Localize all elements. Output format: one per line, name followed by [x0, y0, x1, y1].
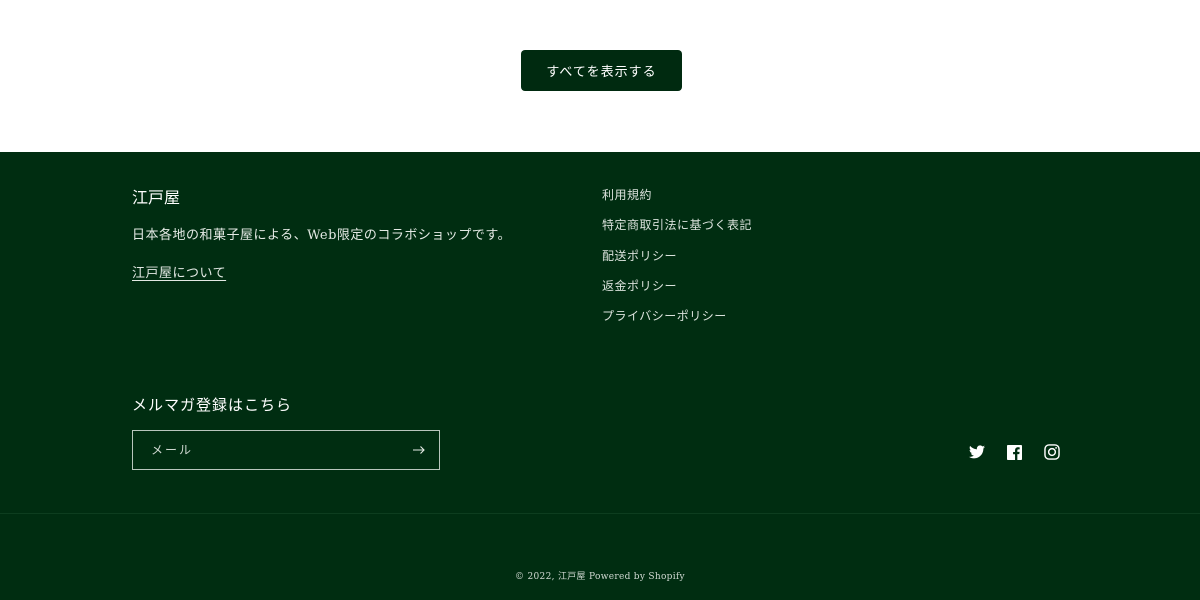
newsletter-title: メルマガ登録はこちら: [132, 396, 293, 414]
footer-brand-title: 江戸屋: [132, 188, 181, 207]
link-legal-notice[interactable]: 特定商取引法に基づく表記: [602, 217, 752, 247]
twitter-icon: [969, 445, 985, 459]
footer-divider: [0, 513, 1200, 514]
link-terms[interactable]: 利用規約: [602, 187, 752, 217]
view-all-button[interactable]: すべてを表示する: [521, 50, 682, 91]
newsletter-form: [132, 430, 440, 470]
facebook-icon: [1006, 444, 1022, 460]
facebook-link[interactable]: [1004, 442, 1024, 462]
copyright: © 2022, 江戸屋 Powered by Shopify: [0, 569, 1200, 582]
link-privacy-policy[interactable]: プライバシーポリシー: [602, 308, 752, 338]
instagram-icon: [1044, 444, 1060, 460]
arrow-right-icon: [413, 446, 425, 454]
about-link[interactable]: 江戸屋について: [132, 262, 226, 281]
link-shipping-policy[interactable]: 配送ポリシー: [602, 248, 752, 278]
collection-section: すべてを表示する: [0, 0, 1200, 152]
site-footer: 江戸屋 日本各地の和菓子屋による、Web限定のコラボショップです。 江戸屋につい…: [0, 152, 1200, 600]
powered-by-link[interactable]: Powered by Shopify: [586, 572, 685, 582]
newsletter-email-input[interactable]: [133, 431, 399, 469]
footer-policy-links: 利用規約 特定商取引法に基づく表記 配送ポリシー 返金ポリシー プライバシーポリ…: [602, 187, 752, 338]
footer-description: 日本各地の和菓子屋による、Web限定のコラボショップです。: [132, 228, 512, 243]
copyright-shop-link[interactable]: 江戸屋: [558, 572, 586, 582]
newsletter-submit-button[interactable]: [399, 431, 439, 469]
link-refund-policy[interactable]: 返金ポリシー: [602, 278, 752, 308]
instagram-link[interactable]: [1042, 442, 1062, 462]
copyright-prefix: © 2022,: [515, 572, 558, 582]
twitter-link[interactable]: [967, 442, 987, 462]
